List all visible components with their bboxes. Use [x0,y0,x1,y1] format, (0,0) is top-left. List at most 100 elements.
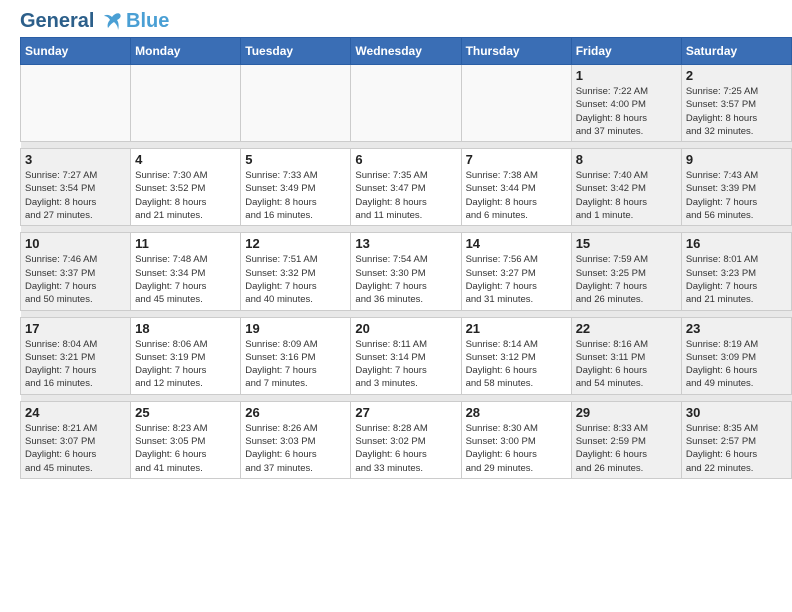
day-number: 28 [466,405,567,420]
day-info: Sunrise: 8:35 AM Sunset: 2:57 PM Dayligh… [686,422,787,475]
day-info: Sunrise: 7:35 AM Sunset: 3:47 PM Dayligh… [355,169,456,222]
day-info: Sunrise: 8:21 AM Sunset: 3:07 PM Dayligh… [25,422,126,475]
day-number: 14 [466,236,567,251]
weekday-header-monday: Monday [131,38,241,65]
calendar-day-cell: 10Sunrise: 7:46 AM Sunset: 3:37 PM Dayli… [21,233,131,310]
calendar-day-cell [131,65,241,142]
weekday-header-saturday: Saturday [681,38,791,65]
day-number: 6 [355,152,456,167]
weekday-header-sunday: Sunday [21,38,131,65]
weekday-header-thursday: Thursday [461,38,571,65]
logo-blue: Blue [126,10,169,32]
calendar-day-cell: 23 Sunrise: 8:19 AM Sunset: 3:09 PM Dayli… [681,317,791,394]
calendar-day-cell: 6 Sunrise: 7:35 AM Sunset: 3:47 PM Daylig… [351,149,461,226]
day-info: Sunrise: 7:25 AM Sunset: 3:57 PM Dayligh… [686,85,787,138]
logo-bird-icon [102,12,124,32]
day-info: Sunrise: 8:09 AM Sunset: 3:16 PM Dayligh… [245,338,346,391]
calendar-day-cell: 14 Sunrise: 7:56 AM Sunset: 3:27 PM Dayli… [461,233,571,310]
day-number: 25 [135,405,236,420]
day-number: 19 [245,321,346,336]
day-info: Sunrise: 7:48 AM Sunset: 3:34 PM Dayligh… [135,253,236,306]
calendar-day-cell: 11 Sunrise: 7:48 AM Sunset: 3:34 PM Dayli… [131,233,241,310]
day-number: 17 [25,321,126,336]
weekday-header-friday: Friday [571,38,681,65]
calendar-day-cell: 8 Sunrise: 7:40 AM Sunset: 3:42 PM Daylig… [571,149,681,226]
calendar-day-cell: 17 Sunrise: 8:04 AM Sunset: 3:21 PM Dayli… [21,317,131,394]
day-info: Sunrise: 7:27 AM Sunset: 3:54 PM Dayligh… [25,169,126,222]
day-number: 8 [576,152,677,167]
calendar-day-cell: 20Sunrise: 8:11 AM Sunset: 3:14 PM Dayli… [351,317,461,394]
day-number: 29 [576,405,677,420]
calendar-day-cell: 16 Sunrise: 8:01 AM Sunset: 3:23 PM Dayli… [681,233,791,310]
calendar-week-row: 3 Sunrise: 7:27 AM Sunset: 3:54 PM Daylig… [21,149,792,226]
day-number: 2 [686,68,787,83]
calendar-day-cell: 12 Sunrise: 7:51 AM Sunset: 3:32 PM Dayli… [241,233,351,310]
calendar-day-cell: 26 Sunrise: 8:26 AM Sunset: 3:03 PM Dayli… [241,401,351,478]
day-info: Sunrise: 8:28 AM Sunset: 3:02 PM Dayligh… [355,422,456,475]
logo-general: General [20,10,94,32]
calendar-week-row: 24 Sunrise: 8:21 AM Sunset: 3:07 PM Dayli… [21,401,792,478]
day-info: Sunrise: 8:04 AM Sunset: 3:21 PM Dayligh… [25,338,126,391]
calendar-day-cell: 1Sunrise: 7:22 AM Sunset: 4:00 PM Daylig… [571,65,681,142]
day-number: 15 [576,236,677,251]
calendar-day-cell: 21 Sunrise: 8:14 AM Sunset: 3:12 PM Dayli… [461,317,571,394]
weekday-header-wednesday: Wednesday [351,38,461,65]
day-info: Sunrise: 7:54 AM Sunset: 3:30 PM Dayligh… [355,253,456,306]
day-number: 12 [245,236,346,251]
day-number: 21 [466,321,567,336]
calendar-day-cell: 25Sunrise: 8:23 AM Sunset: 3:05 PM Dayli… [131,401,241,478]
day-number: 5 [245,152,346,167]
day-info: Sunrise: 7:22 AM Sunset: 4:00 PM Dayligh… [576,85,677,138]
day-number: 4 [135,152,236,167]
day-info: Sunrise: 8:30 AM Sunset: 3:00 PM Dayligh… [466,422,567,475]
calendar-day-cell: 30 Sunrise: 8:35 AM Sunset: 2:57 PM Dayli… [681,401,791,478]
calendar-day-cell: 9 Sunrise: 7:43 AM Sunset: 3:39 PM Daylig… [681,149,791,226]
day-info: Sunrise: 7:43 AM Sunset: 3:39 PM Dayligh… [686,169,787,222]
day-info: Sunrise: 8:14 AM Sunset: 3:12 PM Dayligh… [466,338,567,391]
calendar-day-cell [461,65,571,142]
day-number: 26 [245,405,346,420]
day-info: Sunrise: 7:40 AM Sunset: 3:42 PM Dayligh… [576,169,677,222]
calendar-day-cell [351,65,461,142]
day-number: 22 [576,321,677,336]
day-number: 10 [25,236,126,251]
calendar-day-cell: 18 Sunrise: 8:06 AM Sunset: 3:19 PM Dayli… [131,317,241,394]
day-info: Sunrise: 8:01 AM Sunset: 3:23 PM Dayligh… [686,253,787,306]
calendar-day-cell: 4 Sunrise: 7:30 AM Sunset: 3:52 PM Daylig… [131,149,241,226]
calendar-day-cell: 24 Sunrise: 8:21 AM Sunset: 3:07 PM Dayli… [21,401,131,478]
day-info: Sunrise: 7:51 AM Sunset: 3:32 PM Dayligh… [245,253,346,306]
calendar-day-cell [241,65,351,142]
calendar-week-row: 1Sunrise: 7:22 AM Sunset: 4:00 PM Daylig… [21,65,792,142]
day-info: Sunrise: 8:19 AM Sunset: 3:09 PM Dayligh… [686,338,787,391]
day-info: Sunrise: 8:16 AM Sunset: 3:11 PM Dayligh… [576,338,677,391]
day-number: 20 [355,321,456,336]
calendar-day-cell: 28 Sunrise: 8:30 AM Sunset: 3:00 PM Dayli… [461,401,571,478]
calendar-day-cell: 22 Sunrise: 8:16 AM Sunset: 3:11 PM Dayli… [571,317,681,394]
day-info: Sunrise: 7:33 AM Sunset: 3:49 PM Dayligh… [245,169,346,222]
day-number: 9 [686,152,787,167]
day-info: Sunrise: 7:56 AM Sunset: 3:27 PM Dayligh… [466,253,567,306]
calendar-day-cell: 2 Sunrise: 7:25 AM Sunset: 3:57 PM Daylig… [681,65,791,142]
calendar-day-cell: 27 Sunrise: 8:28 AM Sunset: 3:02 PM Dayli… [351,401,461,478]
calendar-day-cell: 13 Sunrise: 7:54 AM Sunset: 3:30 PM Dayli… [351,233,461,310]
day-number: 11 [135,236,236,251]
day-info: Sunrise: 7:38 AM Sunset: 3:44 PM Dayligh… [466,169,567,222]
calendar-day-cell: 19 Sunrise: 8:09 AM Sunset: 3:16 PM Dayli… [241,317,351,394]
day-number: 27 [355,405,456,420]
day-number: 13 [355,236,456,251]
day-number: 30 [686,405,787,420]
day-info: Sunrise: 8:26 AM Sunset: 3:03 PM Dayligh… [245,422,346,475]
day-number: 24 [25,405,126,420]
day-number: 16 [686,236,787,251]
day-number: 18 [135,321,236,336]
day-info: Sunrise: 8:06 AM Sunset: 3:19 PM Dayligh… [135,338,236,391]
calendar-wrapper: SundayMondayTuesdayWednesdayThursdayFrid… [0,37,792,489]
logo: General Blue [20,10,169,32]
weekday-header-tuesday: Tuesday [241,38,351,65]
day-number: 23 [686,321,787,336]
day-number: 3 [25,152,126,167]
calendar-day-cell: 3 Sunrise: 7:27 AM Sunset: 3:54 PM Daylig… [21,149,131,226]
day-info: Sunrise: 7:59 AM Sunset: 3:25 PM Dayligh… [576,253,677,306]
calendar-table: SundayMondayTuesdayWednesdayThursdayFrid… [20,37,792,479]
day-info: Sunrise: 7:30 AM Sunset: 3:52 PM Dayligh… [135,169,236,222]
